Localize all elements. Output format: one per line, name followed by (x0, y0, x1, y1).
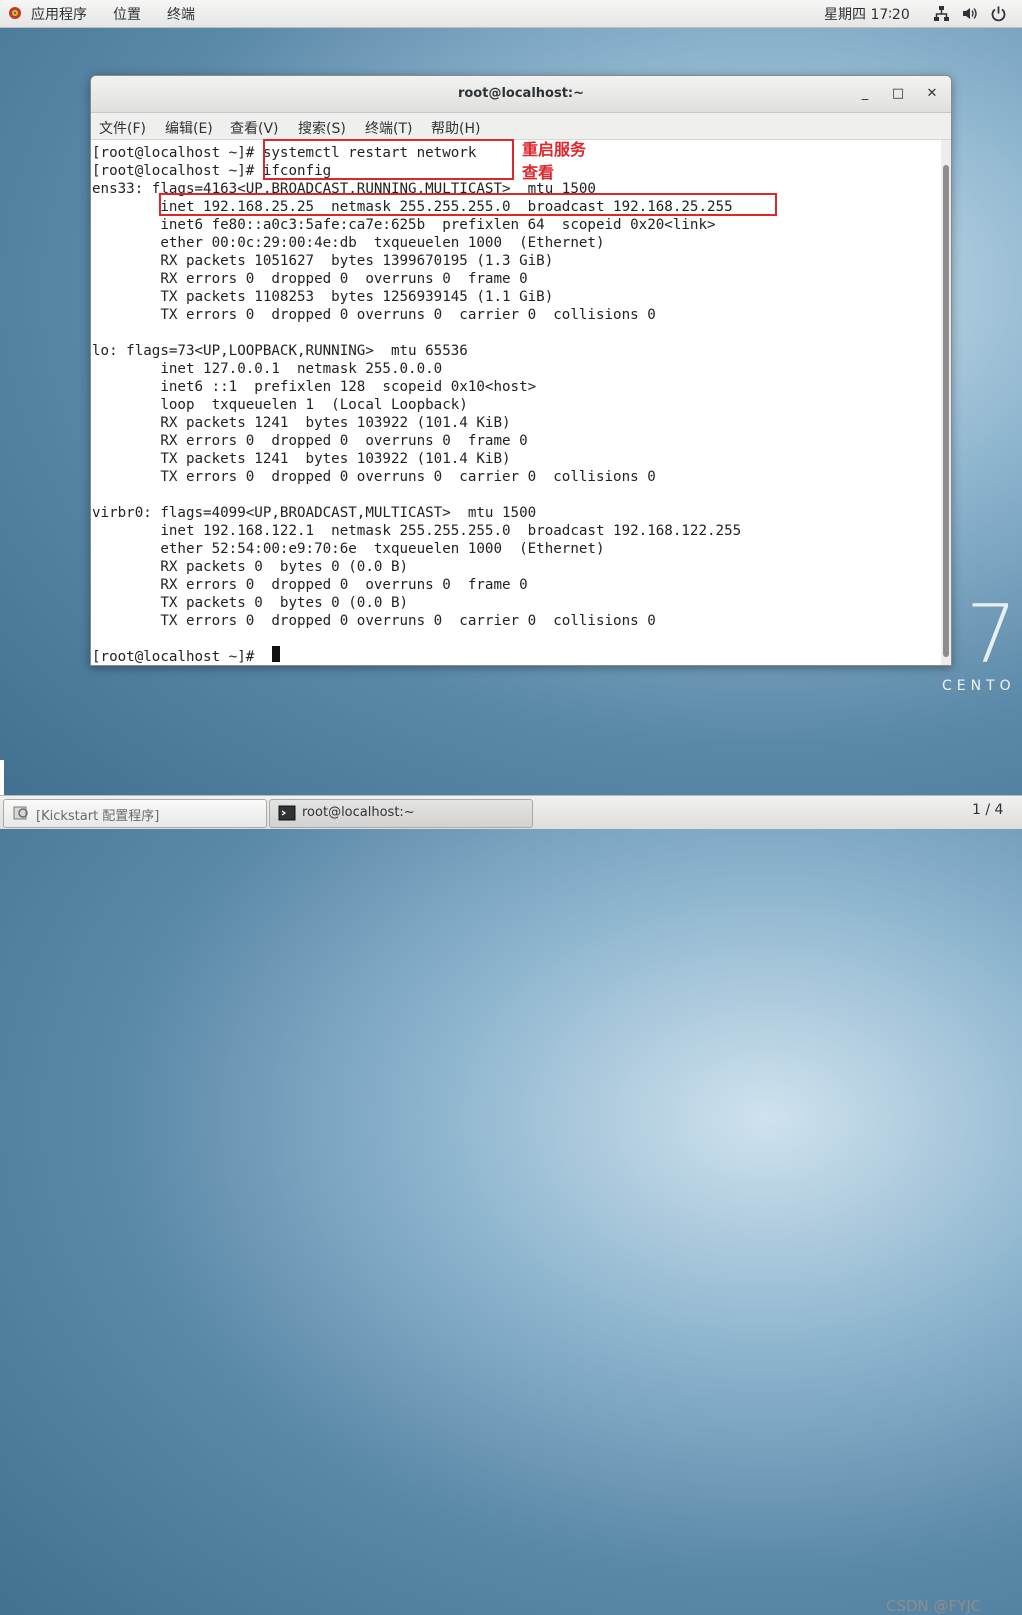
csdn-watermark: CSDN @FYJC (886, 1597, 982, 1615)
top-panel: 应用程序 位置 终端 星期四 17∶20 (0, 0, 1022, 28)
network-icon[interactable] (933, 5, 950, 22)
clock[interactable]: 星期四 17∶20 (824, 4, 910, 24)
places-menu[interactable]: 位置 (113, 4, 141, 24)
terminal-line: RX packets 1051627 bytes 1399670195 (1.3… (92, 253, 554, 269)
terminal-line: TX errors 0 dropped 0 overruns 0 carrier… (92, 613, 656, 629)
window-title: root@localhost:~ (457, 86, 585, 101)
task-kickstart-label: [Kickstart 配置程序] (36, 809, 160, 824)
task-kickstart[interactable]: [Kickstart 配置程序] (3, 799, 267, 828)
menu-edit[interactable]: 编辑(E) (165, 118, 213, 138)
annotation-view-label: 查看 (522, 163, 555, 182)
terminal-line: ether 00:0c:29:00:4e:db txqueuelen 1000 … (92, 235, 605, 251)
applications-menu[interactable]: 应用程序 (31, 4, 87, 24)
close-button[interactable]: ✕ (922, 84, 942, 104)
desktop-edge (0, 760, 4, 795)
workspace-pager[interactable]: 1 / 4 (972, 802, 1003, 818)
minimize-button[interactable]: _ (855, 84, 875, 104)
menu-help[interactable]: 帮助(H) (431, 118, 480, 138)
scrollbar[interactable] (941, 140, 951, 665)
terminal-line: RX packets 1241 bytes 103922 (101.4 KiB) (92, 415, 511, 431)
terminal-output[interactable]: [root@localhost ~]# systemctl restart ne… (91, 140, 939, 665)
scrollbar-thumb[interactable] (943, 165, 949, 657)
task-terminal-label: root@localhost:~ (302, 805, 415, 820)
terminal-app-menu[interactable]: 终端 (167, 4, 195, 24)
terminal-line: virbr0: flags=4099<UP,BROADCAST,MULTICAS… (92, 505, 537, 521)
menu-search[interactable]: 搜索(S) (298, 118, 346, 138)
terminal-line: RX errors 0 dropped 0 overruns 0 frame 0 (92, 433, 528, 449)
applications-icon[interactable] (7, 5, 23, 21)
terminal-line: loop txqueuelen 1 (Local Loopback) (92, 397, 468, 413)
terminal-line: TX packets 0 bytes 0 (0.0 B) (92, 595, 409, 611)
task-terminal[interactable]: root@localhost:~ (269, 799, 533, 828)
menu-view[interactable]: 查看(V) (230, 118, 279, 138)
terminal-line: RX errors 0 dropped 0 overruns 0 frame 0 (92, 577, 528, 593)
annotation-command-box (263, 139, 514, 180)
kickstart-icon (13, 806, 28, 820)
terminal-line: TX errors 0 dropped 0 overruns 0 carrier… (92, 307, 656, 323)
menu-file[interactable]: 文件(F) (99, 118, 146, 138)
terminal-line: TX packets 1241 bytes 103922 (101.4 KiB) (92, 451, 511, 467)
window-titlebar[interactable]: root@localhost:~ _ □ ✕ (91, 76, 951, 113)
terminal-line: inet6 fe80::a0c3:5afe:ca7e:625b prefixle… (92, 217, 716, 233)
terminal-line: inet 127.0.0.1 netmask 255.0.0.0 (92, 361, 443, 377)
taskbar: [Kickstart 配置程序] root@localhost:~ CSDN @… (0, 795, 1022, 1615)
terminal-line: inet 192.168.122.1 netmask 255.255.255.0… (92, 523, 742, 539)
terminal-icon (278, 805, 296, 821)
menubar: 文件(F) 编辑(E) 查看(V) 搜索(S) 终端(T) 帮助(H) (91, 113, 951, 140)
terminal-window[interactable]: root@localhost:~ _ □ ✕ 文件(F) 编辑(E) 查看(V)… (90, 75, 952, 666)
terminal-line: TX errors 0 dropped 0 overruns 0 carrier… (92, 469, 656, 485)
terminal-line: RX packets 0 bytes 0 (0.0 B) (92, 559, 409, 575)
centos-logo-text: CENTO (942, 678, 1016, 694)
volume-icon[interactable] (961, 5, 978, 22)
terminal-cursor (272, 646, 280, 662)
power-icon[interactable] (990, 5, 1007, 22)
centos-logo-number: 7 (966, 588, 1017, 681)
terminal-line: TX packets 1108253 bytes 1256939145 (1.1… (92, 289, 554, 305)
terminal-line: lo: flags=73<UP,LOOPBACK,RUNNING> mtu 65… (92, 343, 468, 359)
menu-terminal[interactable]: 终端(T) (365, 118, 412, 138)
annotation-inet-box (159, 193, 777, 216)
terminal-line: [root@localhost ~]# (92, 649, 263, 665)
terminal-line: inet6 ::1 prefixlen 128 scopeid 0x10<hos… (92, 379, 537, 395)
terminal-line: ether 52:54:00:e9:70:6e txqueuelen 1000 … (92, 541, 605, 557)
maximize-button[interactable]: □ (888, 84, 908, 104)
terminal-line: RX errors 0 dropped 0 overruns 0 frame 0 (92, 271, 528, 287)
annotation-restart-label: 重启服务 (522, 140, 587, 159)
